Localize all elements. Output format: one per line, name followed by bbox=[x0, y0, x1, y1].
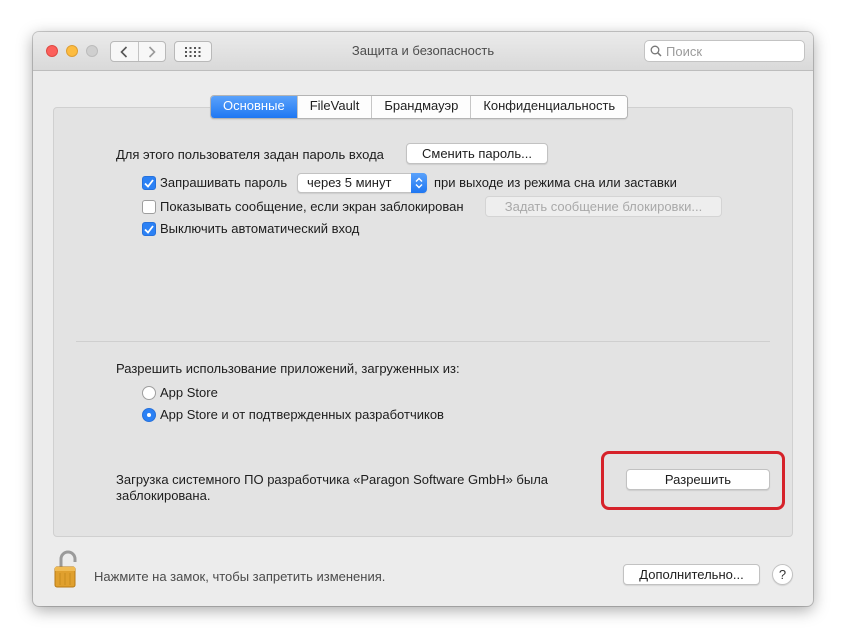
tab-general[interactable]: Основные bbox=[211, 96, 297, 118]
blocked-software-text-line2: заблокирована. bbox=[116, 488, 211, 503]
allow-button[interactable]: Разрешить bbox=[626, 469, 770, 490]
show-message-label: Показывать сообщение, если экран заблоки… bbox=[160, 199, 464, 214]
search-field[interactable] bbox=[644, 40, 805, 62]
show-message-checkbox[interactable] bbox=[142, 200, 156, 214]
require-password-checkbox[interactable] bbox=[142, 176, 156, 190]
require-password-suffix: при выходе из режима сна или заставки bbox=[434, 175, 677, 190]
checkmark-icon bbox=[144, 224, 154, 234]
disable-autologin-checkbox[interactable] bbox=[142, 222, 156, 236]
blocked-software-text-line1: Загрузка системного ПО разработчика «Par… bbox=[116, 472, 549, 487]
password-delay-select[interactable]: через 5 минут bbox=[297, 173, 427, 193]
lock-hint-text: Нажмите на замок, чтобы запретить измене… bbox=[94, 569, 386, 584]
tab-filevault[interactable]: FileVault bbox=[296, 96, 372, 118]
updown-arrows-icon bbox=[411, 173, 427, 193]
section-divider bbox=[76, 341, 770, 342]
radio-app-store-identified-label: App Store и от подтвержденных разработчи… bbox=[160, 407, 444, 422]
require-password-label: Запрашивать пароль bbox=[160, 175, 288, 190]
help-button[interactable]: ? bbox=[772, 564, 793, 585]
radio-app-store-label: App Store bbox=[160, 385, 218, 400]
change-password-button[interactable]: Сменить пароль... bbox=[406, 143, 548, 164]
allow-apps-heading: Разрешить использование приложений, загр… bbox=[116, 361, 460, 376]
title-bar: Защита и безопасность bbox=[33, 32, 813, 71]
set-lock-message-button[interactable]: Задать сообщение блокировки... bbox=[485, 196, 722, 217]
lock-icon[interactable] bbox=[49, 549, 87, 591]
search-icon bbox=[650, 45, 662, 57]
checkmark-icon bbox=[144, 178, 154, 188]
advanced-button[interactable]: Дополнительно... bbox=[623, 564, 760, 585]
password-set-label: Для этого пользователя задан пароль вход… bbox=[116, 147, 384, 162]
radio-app-store[interactable] bbox=[142, 386, 156, 400]
password-delay-value: через 5 минут bbox=[307, 175, 392, 190]
search-input[interactable] bbox=[666, 43, 796, 59]
radio-app-store-identified[interactable] bbox=[142, 408, 156, 422]
tab-bar: Основные FileVault Брандмауэр Конфиденци… bbox=[210, 95, 629, 119]
security-preferences-window: Защита и безопасность Основные FileVault… bbox=[33, 32, 813, 606]
tab-firewall[interactable]: Брандмауэр bbox=[371, 96, 471, 118]
tab-privacy[interactable]: Конфиденциальность bbox=[470, 96, 628, 118]
disable-autologin-label: Выключить автоматический вход bbox=[160, 221, 360, 236]
